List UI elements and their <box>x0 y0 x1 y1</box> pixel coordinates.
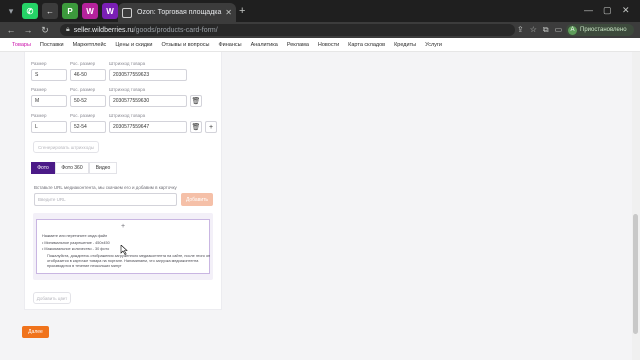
url-host: seller.wildberries.ru <box>73 26 134 34</box>
nav-item[interactable]: Реклама <box>287 42 309 48</box>
tab-video[interactable]: Видео <box>89 162 117 174</box>
nav-item[interactable]: Товары <box>12 42 31 48</box>
nav-item[interactable]: Аналитика <box>251 42 278 48</box>
trash-icon: 🗑︎ <box>191 98 201 105</box>
url-hint: Вставьте URL медиаконтента, мы скачаем е… <box>34 185 177 190</box>
size-label: Размер <box>31 113 47 118</box>
minimize-icon[interactable]: — <box>584 5 593 15</box>
wb-purple-icon[interactable]: W <box>102 3 118 19</box>
ros-size-input[interactable]: 52-54 <box>70 121 106 133</box>
dropzone-note: отобразится в карточке товара на портале… <box>47 259 199 263</box>
maximize-icon[interactable]: ▢ <box>603 5 612 16</box>
active-tab[interactable]: Ozon: Торговая площадка ✕ <box>118 3 236 22</box>
tab-search-icon[interactable]: ▾ <box>4 4 18 18</box>
page-content: Размер Рос. размер Штрихкод товара S 46-… <box>0 52 640 360</box>
profile-chip[interactable]: А Приостановлено <box>566 24 634 36</box>
profile-status: Приостановлено <box>580 27 627 33</box>
extensions-icon[interactable]: ⧉ <box>543 25 549 35</box>
delete-row-button[interactable]: 🗑︎ <box>190 121 202 133</box>
size-input[interactable]: M <box>31 95 67 107</box>
url-text: seller.wildberries.ru/goods/products-car… <box>74 27 218 34</box>
add-url-button[interactable]: Добавить <box>181 193 213 206</box>
screen: ▾ ✆←PWWW Ozon: Торговая площадка ✕ + — ▢… <box>0 0 640 360</box>
size-input[interactable]: S <box>31 69 67 81</box>
sidebar-icon[interactable]: ▭ <box>555 25 563 35</box>
nav-item[interactable]: Поставки <box>40 42 64 48</box>
back-icon[interactable]: ← <box>5 25 17 35</box>
product-card-form: Размер Рос. размер Штрихкод товара S 46-… <box>24 52 222 310</box>
barcode-input[interactable]: 2030577559647 <box>109 121 187 133</box>
barcode-input[interactable]: 2030577559630 <box>109 95 187 107</box>
ros-size-input[interactable]: 50-52 <box>70 95 106 107</box>
active-tab-title: Ozon: Торговая площадка <box>137 9 222 16</box>
barcode-label: Штрихкод товара <box>109 61 146 66</box>
nav-item[interactable]: Услуги <box>425 42 442 48</box>
site-nav: Товары Поставки Маркетплейс Цены и скидки От… <box>0 38 640 52</box>
size-label: Размер <box>31 61 47 66</box>
browser-tab-strip: ▾ ✆←PWWW Ozon: Торговая площадка ✕ + — ▢… <box>0 0 640 22</box>
size-label: Размер <box>31 87 47 92</box>
whatsapp-icon[interactable]: ✆ <box>22 3 38 19</box>
avatar: А <box>568 25 577 35</box>
nav-item[interactable]: Отзывы и вопросы <box>161 42 209 48</box>
bookmark-star-icon[interactable]: ☆ <box>530 25 537 35</box>
ros-size-label: Рос. размер <box>70 61 96 66</box>
new-tab-icon[interactable]: + <box>239 5 245 17</box>
generate-barcodes-button[interactable]: Сгенерировать штрихкоды <box>33 141 99 153</box>
address-bar-row: ← → ↻ 🔒︎ seller.wildberries.ru/goods/pro… <box>0 22 640 38</box>
dropzone-rule: • Минимальное разрешение - 450x450 <box>42 241 110 245</box>
lock-icon[interactable]: 🔒︎ <box>66 26 70 34</box>
upload-plus-icon: + <box>121 223 126 230</box>
tab-favicon-icon <box>122 7 132 18</box>
dropzone-note: производится в течение нескольких минут <box>47 264 122 268</box>
barcode-label: Штрихкод товара <box>109 113 146 118</box>
nav-item[interactable]: Финансы <box>218 42 241 48</box>
nav-item[interactable]: Цены и скидки <box>115 42 152 48</box>
nav-item[interactable]: Кредиты <box>394 42 416 48</box>
size-input[interactable]: L <box>31 121 67 133</box>
barcode-label: Штрихкод товара <box>109 87 146 92</box>
share-icon[interactable]: ⇪ <box>517 25 524 35</box>
url-bar[interactable]: 🔒︎ seller.wildberries.ru/goods/products-… <box>60 24 515 36</box>
barcode-input[interactable]: 2030577559623 <box>109 69 187 81</box>
green-p-icon[interactable]: P <box>62 3 78 19</box>
next-button[interactable]: Далее <box>22 326 49 338</box>
nav-item[interactable]: Маркетплейс <box>73 42 107 48</box>
wb-icon[interactable]: W <box>82 3 98 19</box>
scrollbar-thumb[interactable] <box>633 214 638 334</box>
dropzone-title: Нажмите или перетяните сюда файл <box>42 234 108 238</box>
dropzone-note: Пожалуйста, дождитесь отображения загруж… <box>47 254 211 258</box>
tab-photo-360[interactable]: Фото 360 <box>55 162 89 174</box>
toolbar-icons: ⇪ ☆ ⧉ ▭ <box>517 25 568 35</box>
url-path: /goods/products-card-form/ <box>133 26 218 34</box>
reload-icon[interactable]: ↻ <box>39 25 51 36</box>
media-url-input[interactable]: Введите URL <box>34 193 177 206</box>
ros-size-input[interactable]: 46-50 <box>70 69 106 81</box>
close-tab-icon[interactable]: ✕ <box>225 8 232 17</box>
add-row-button[interactable]: + <box>205 121 217 133</box>
delete-row-button[interactable]: 🗑︎ <box>190 95 202 107</box>
trash-icon: 🗑︎ <box>191 124 201 131</box>
forward-icon[interactable]: → <box>22 25 34 35</box>
ros-size-label: Рос. размер <box>70 113 96 118</box>
ros-size-label: Рос. размер <box>70 87 96 92</box>
add-color-button[interactable]: Добавить цвет <box>33 292 71 304</box>
plus-icon: + <box>208 123 214 131</box>
dropzone-rule: • Максимальное количество - 30 фото <box>42 247 110 251</box>
nav-item[interactable]: Карта складов <box>348 42 385 48</box>
tab-photo[interactable]: Фото <box>31 162 55 174</box>
mouse-cursor-icon <box>120 245 128 255</box>
back-tab-icon[interactable]: ← <box>42 3 58 19</box>
close-window-icon[interactable]: ✕ <box>622 5 630 16</box>
nav-item[interactable]: Новости <box>318 42 339 48</box>
